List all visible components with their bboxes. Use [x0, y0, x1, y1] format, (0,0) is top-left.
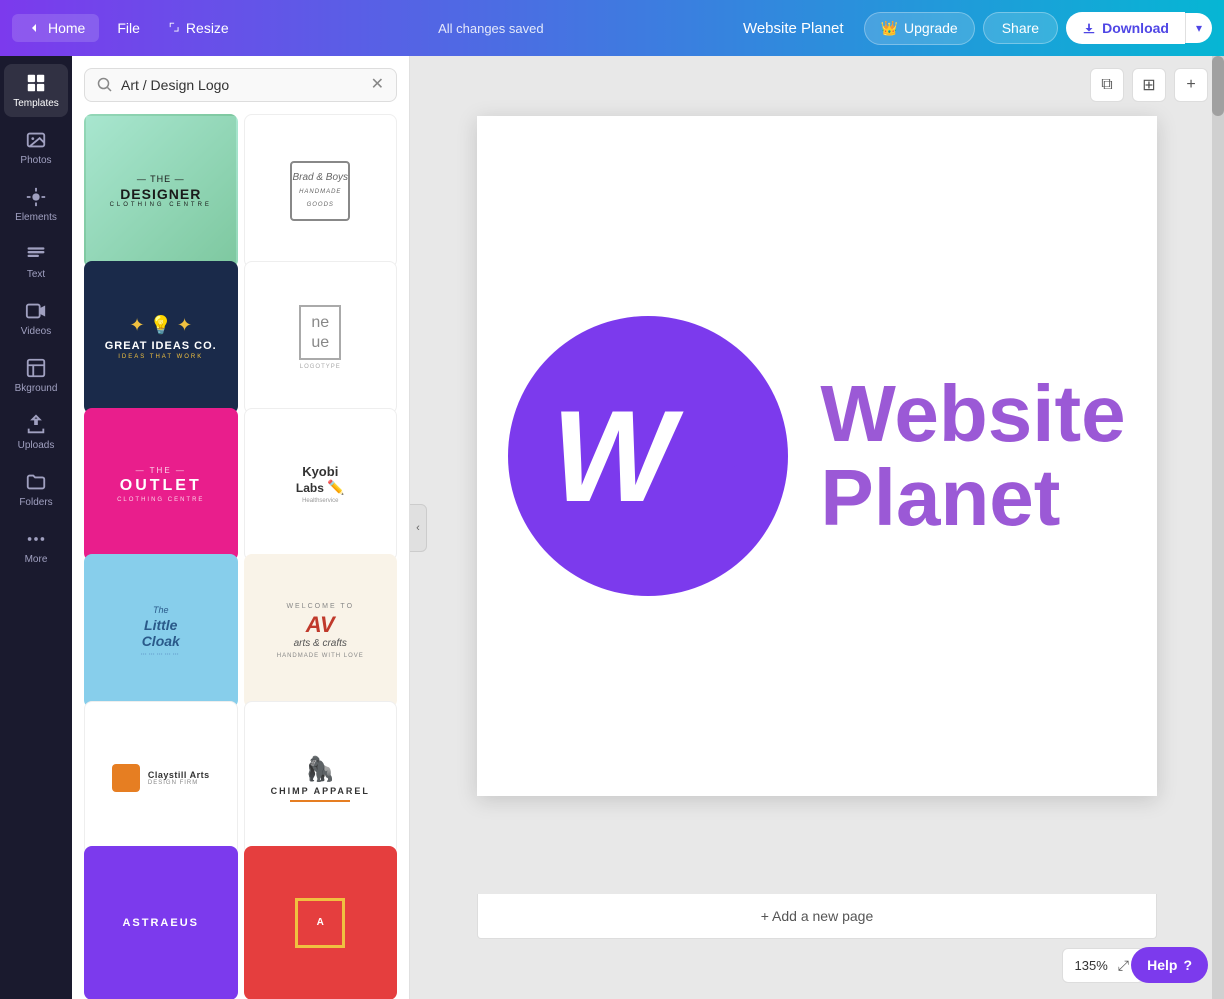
logo-wp-text: WP — [552, 391, 745, 521]
template-card-artscrafts[interactable]: WELCOME TO AV arts & crafts HANDMADE WIT… — [244, 554, 398, 708]
template-card-astraeus[interactable]: ASTRAEUS — [84, 846, 238, 999]
chevron-left-icon — [26, 20, 42, 36]
logo-container: WP Website Planet — [508, 316, 1125, 596]
sidebar-item-elements[interactable]: Elements — [4, 178, 68, 231]
templates-grid: — THE — DESIGNER CLOTHING CENTRE Brad & … — [72, 114, 409, 999]
template-card-neue[interactable]: neue LOGOTYPE — [244, 261, 398, 415]
search-input[interactable] — [121, 77, 363, 93]
duplicate-icon: ⊞ — [1142, 75, 1155, 95]
sidebar-item-background[interactable]: Bkground — [4, 349, 68, 402]
template-card-greatideas[interactable]: ✦ 💡 ✦ GREAT IDEAS CO. IDEAS THAT WORK — [84, 261, 238, 415]
search-icon — [97, 77, 113, 93]
help-label: Help — [1147, 957, 1177, 973]
logo-text-line1: Website — [820, 372, 1125, 456]
scrollbar-track[interactable] — [1212, 56, 1224, 999]
home-button[interactable]: Home — [12, 14, 99, 42]
search-clear-button[interactable]: ✕ — [371, 77, 384, 93]
download-group: Download ▾ — [1066, 12, 1212, 44]
sidebar-label-text: Text — [27, 269, 45, 280]
navbar: Home File Resize All changes saved Websi… — [0, 0, 1224, 56]
file-label: File — [117, 20, 140, 36]
template-card-outlet[interactable]: — THE — OUTLET CLOTHING CENTRE — [84, 408, 238, 562]
share-label: Share — [1002, 20, 1039, 36]
template-card-designer[interactable]: — THE — DESIGNER CLOTHING CENTRE — [84, 114, 238, 268]
help-icon: ? — [1183, 957, 1192, 973]
sidebar-item-photos[interactable]: Photos — [4, 121, 68, 174]
sidebar-label-videos: Videos — [21, 326, 51, 337]
template-card-littlecloak[interactable]: The LittleCloak ⋯⋯⋯⋯⋯ — [84, 554, 238, 708]
template-card-brad[interactable]: Brad & BoysHANDMADE GOODS — [244, 114, 398, 268]
add-page-bar[interactable]: + Add a new page — [477, 894, 1157, 939]
scrollbar-thumb[interactable] — [1212, 56, 1224, 116]
help-button[interactable]: Help ? — [1131, 947, 1208, 983]
file-button[interactable]: File — [107, 14, 150, 42]
download-arrow-button[interactable]: ▾ — [1185, 13, 1212, 43]
canvas-copy-button[interactable]: ⧉ — [1090, 68, 1124, 102]
sidebar-label-background: Bkground — [15, 383, 58, 394]
logo-p: P — [666, 383, 745, 529]
sidebar-label-more: More — [25, 554, 48, 565]
logo-text-line2: Planet — [820, 456, 1125, 540]
canvas-wrapper: WP Website Planet — [477, 116, 1157, 796]
resize-icon — [168, 21, 182, 35]
logo-w: W — [552, 383, 667, 529]
sidebar-label-photos: Photos — [20, 155, 51, 166]
sidebar-item-text[interactable]: Text — [4, 235, 68, 288]
folders-icon — [25, 471, 47, 493]
download-label: Download — [1102, 20, 1169, 36]
canvas-duplicate-button[interactable]: ⊞ — [1132, 68, 1166, 102]
sidebar-label-uploads: Uploads — [18, 440, 55, 451]
template-card-claystill[interactable]: Claystill Arts Design Firm — [84, 701, 238, 855]
more-icon — [25, 528, 47, 550]
collapse-panel-button[interactable]: ‹ — [410, 504, 427, 552]
template-card-chimp[interactable]: 🦍 CHIMP APPAREL — [244, 701, 398, 855]
search-bar[interactable]: ✕ — [84, 68, 397, 102]
resize-label: Resize — [186, 20, 229, 36]
sidebar-item-uploads[interactable]: Uploads — [4, 406, 68, 459]
sidebar-item-videos[interactable]: Videos — [4, 292, 68, 345]
sidebar-label-folders: Folders — [19, 497, 52, 508]
left-sidebar: Templates Photos Elements Text Videos Bk… — [0, 56, 72, 999]
templates-panel: ✕ — THE — DESIGNER CLOTHING CENTRE Brad … — [72, 56, 410, 999]
logo-circle: WP — [508, 316, 788, 596]
download-button[interactable]: Download — [1066, 12, 1185, 44]
template-card-kyobi[interactable]: Kyobi Labs ✏️ Healthservice — [244, 408, 398, 562]
uploads-icon — [25, 414, 47, 436]
sidebar-item-more[interactable]: More — [4, 520, 68, 573]
background-icon — [25, 357, 47, 379]
sidebar-item-folders[interactable]: Folders — [4, 463, 68, 516]
sidebar-item-templates[interactable]: Templates — [4, 64, 68, 117]
zoom-expand-button[interactable]: ⤢ — [1116, 955, 1131, 976]
copy-icon: ⧉ — [1101, 76, 1112, 94]
saved-status: All changes saved — [247, 21, 735, 36]
download-icon — [1082, 21, 1096, 35]
resize-button[interactable]: Resize — [158, 14, 239, 42]
document-title: Website Planet — [743, 20, 844, 37]
zoom-level: 135% — [1075, 958, 1108, 973]
logo-brand-text: Website Planet — [820, 372, 1125, 540]
canvas-toolbar: ⧉ ⊞ + — [1090, 68, 1208, 102]
add-icon: + — [1186, 76, 1195, 94]
add-page-label: + Add a new page — [761, 908, 874, 924]
share-button[interactable]: Share — [983, 12, 1058, 44]
canvas-area: ⧉ ⊞ + WP Website Planet — [410, 56, 1224, 999]
text-icon — [25, 243, 47, 265]
canvas-add-button[interactable]: + — [1174, 68, 1208, 102]
photos-icon — [25, 129, 47, 151]
elements-icon — [25, 186, 47, 208]
expand-icon: ⤢ — [1118, 957, 1129, 973]
chevron-down-icon: ▾ — [1196, 21, 1202, 35]
crown-icon: 👑 — [881, 20, 898, 37]
template-card-red[interactable]: A — [244, 846, 398, 999]
home-label: Home — [48, 20, 85, 36]
sidebar-label-elements: Elements — [15, 212, 57, 223]
templates-icon — [25, 72, 47, 94]
videos-icon — [25, 300, 47, 322]
sidebar-label-templates: Templates — [13, 98, 59, 109]
main-layout: Templates Photos Elements Text Videos Bk… — [0, 56, 1224, 999]
upgrade-button[interactable]: 👑 Upgrade — [864, 12, 975, 45]
upgrade-label: Upgrade — [904, 20, 958, 36]
